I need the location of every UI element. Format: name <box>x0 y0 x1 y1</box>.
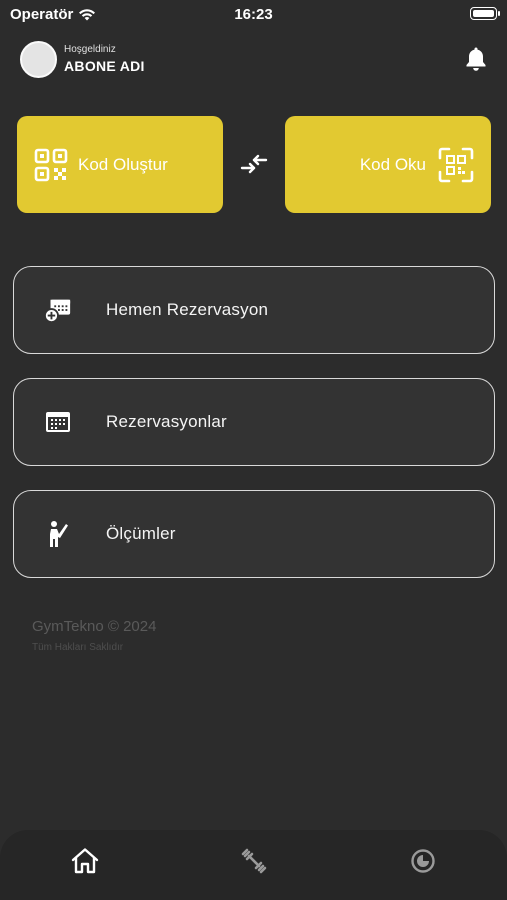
read-code-button[interactable]: Kod Oku <box>285 116 491 213</box>
person-measure-icon <box>44 520 72 548</box>
qr-code-icon <box>34 148 68 181</box>
qr-scan-icon <box>438 147 474 182</box>
header: Hoşgeldiniz ABONE ADI <box>20 40 491 80</box>
footer-rights: Tüm Hakları Saklıdır <box>32 642 124 653</box>
greeting-text: Hoşgeldiniz <box>64 44 116 55</box>
calendar-icon <box>44 408 72 436</box>
read-code-label: Kod Oku <box>359 154 426 174</box>
menu-item-label: Rezervasyonlar <box>106 412 227 431</box>
history-icon <box>411 849 435 873</box>
tab-workout[interactable] <box>237 844 271 878</box>
notifications-button[interactable] <box>461 44 491 74</box>
calendar-add-icon <box>44 296 72 324</box>
home-icon <box>71 848 99 874</box>
tab-history[interactable] <box>406 844 440 878</box>
tab-bar <box>0 830 507 900</box>
bell-icon <box>466 47 486 71</box>
status-time: 16:23 <box>234 6 273 23</box>
create-code-label: Kod Oluştur <box>78 154 168 174</box>
tab-home[interactable] <box>68 844 102 878</box>
dumbbell-icon <box>241 848 267 874</box>
status-bar: Operatör 16:23 <box>0 0 507 30</box>
footer-brand: GymTekno © 2024 <box>32 618 157 635</box>
swap-arrows-icon <box>240 154 268 174</box>
menu-item-measurements[interactable]: Ölçümler <box>13 490 495 578</box>
menu-item-label: Ölçümler <box>106 524 176 543</box>
create-code-button[interactable]: Kod Oluştur <box>17 116 223 213</box>
menu-item-reservations[interactable]: Rezervasyonlar <box>13 378 495 466</box>
menu-item-quick-reservation[interactable]: Hemen Rezervasyon <box>13 266 495 354</box>
username: ABONE ADI <box>64 58 145 74</box>
battery-icon <box>470 7 500 20</box>
avatar[interactable] <box>20 41 57 78</box>
menu-item-label: Hemen Rezervasyon <box>106 300 269 319</box>
